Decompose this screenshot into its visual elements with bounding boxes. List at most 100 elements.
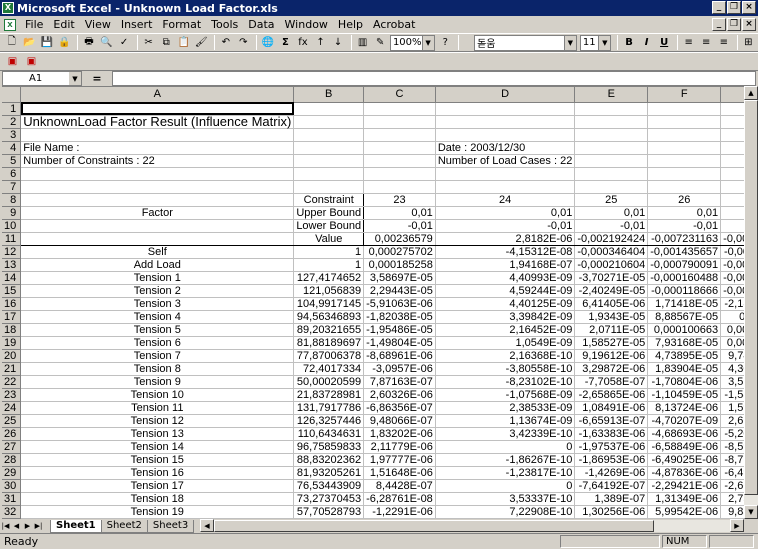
cell-C15[interactable]: 2,29443E-05 <box>363 284 436 298</box>
function-icon[interactable]: fx <box>295 35 311 51</box>
convert-and-email-pdf-icon[interactable]: ▣ <box>23 54 40 70</box>
cell-D13[interactable]: 1,94168E-07 <box>435 258 576 272</box>
sheet-tab-sheet2[interactable]: Sheet2 <box>100 519 148 533</box>
cell-F13[interactable]: -0,000790091 <box>647 258 722 272</box>
cell-G14[interactable]: -0,000253856 <box>720 271 744 285</box>
cell-B11[interactable]: Value <box>293 232 365 246</box>
cell-F21[interactable]: 1,83904E-05 <box>647 362 722 376</box>
cell-B22[interactable]: 50,00020599 <box>293 375 365 389</box>
cell-F31[interactable]: 1,31349E-06 <box>647 492 722 506</box>
last-sheet-icon[interactable]: ▶| <box>33 520 44 532</box>
cell-G16[interactable]: -2,18661E-05 <box>720 297 744 311</box>
cell-C29[interactable]: 1,51648E-06 <box>363 466 436 480</box>
cell-C26[interactable]: 1,83202E-06 <box>363 427 436 441</box>
cell-F24[interactable]: 8,13724E-06 <box>647 401 722 415</box>
cell-A30[interactable]: Tension 17 <box>20 479 295 493</box>
cell-A2[interactable]: UnknownLoad Factor Result (Influence Mat… <box>20 115 295 129</box>
cell-C19[interactable]: -1,49804E-05 <box>363 336 436 350</box>
cell-E32[interactable]: 1,30256E-06 <box>574 505 649 519</box>
row-header[interactable]: 23 <box>2 388 22 402</box>
cell-D32[interactable]: 7,22908E-10 <box>435 505 576 519</box>
cell-E9[interactable]: 0,01 <box>574 206 649 220</box>
cell-E18[interactable]: 2,0711E-05 <box>574 323 649 337</box>
cell-C17[interactable]: -1,82038E-05 <box>363 310 436 324</box>
cell-G23[interactable]: -1,58043E-05 <box>720 388 744 402</box>
cell-D7[interactable] <box>435 180 576 194</box>
cell-D2[interactable] <box>435 115 576 129</box>
sort-ascending-icon[interactable]: ↑ <box>313 35 329 51</box>
chevron-down-icon[interactable]: ▼ <box>421 35 434 50</box>
cell-F1[interactable] <box>647 102 722 116</box>
close-button[interactable]: × <box>742 1 756 14</box>
vertical-scroll-thumb[interactable] <box>744 100 758 495</box>
scroll-up-icon[interactable]: ▲ <box>744 86 758 100</box>
cell-B26[interactable]: 110,6434631 <box>293 427 365 441</box>
cell-G9[interactable]: 0,01 <box>720 206 744 220</box>
cell-C11[interactable]: 0,00236579 <box>363 232 436 246</box>
cell-C24[interactable]: -6,86356E-07 <box>363 401 436 415</box>
cell-C8[interactable]: 23 <box>363 192 436 207</box>
cell-D16[interactable]: 4,40125E-09 <box>435 297 576 311</box>
permission-icon[interactable]: 🔒 <box>57 35 73 51</box>
cell-E25[interactable]: -6,65913E-07 <box>574 414 649 428</box>
cell-C7[interactable] <box>363 180 436 194</box>
cell-D21[interactable]: -3,80558E-10 <box>435 362 576 376</box>
cell-F19[interactable]: 7,93168E-05 <box>647 336 722 350</box>
cell-F6[interactable] <box>647 167 722 181</box>
cell-E11[interactable]: -0,002192424 <box>574 232 649 246</box>
vertical-scrollbar[interactable]: ▲ ▼ <box>744 86 758 519</box>
cell-A17[interactable]: Tension 4 <box>20 310 295 324</box>
cell-B7[interactable] <box>293 180 365 194</box>
row-header[interactable]: 32 <box>2 505 22 519</box>
cell-E28[interactable]: -1,86953E-06 <box>574 453 649 467</box>
scroll-right-icon[interactable]: ▶ <box>730 519 744 532</box>
cell-E31[interactable]: 1,389E-07 <box>574 492 649 506</box>
cell-C10[interactable]: -0,01 <box>363 219 436 233</box>
bold-icon[interactable]: B <box>621 35 637 51</box>
column-header[interactable]: F <box>647 87 722 103</box>
scroll-down-icon[interactable]: ▼ <box>744 505 758 519</box>
cell-B28[interactable]: 88,83202362 <box>293 453 365 467</box>
cell-D23[interactable]: -1,07568E-09 <box>435 388 576 402</box>
cell-B25[interactable]: 126,3257446 <box>293 414 365 428</box>
cell-C12[interactable]: 0,000275702 <box>363 245 436 259</box>
cell-B15[interactable]: 121,056839 <box>293 284 365 298</box>
cell-G22[interactable]: 3,51738E-06 <box>720 375 744 389</box>
undo-icon[interactable]: ↶ <box>218 35 234 51</box>
cell-E24[interactable]: 1,08491E-06 <box>574 401 649 415</box>
cell-E30[interactable]: -7,64192E-07 <box>574 479 649 493</box>
cell-F16[interactable]: 1,71418E-05 <box>647 297 722 311</box>
cell-A16[interactable]: Tension 3 <box>20 297 295 311</box>
menu-data[interactable]: Data <box>243 18 279 31</box>
row-header[interactable]: 10 <box>2 219 22 233</box>
chart-wizard-icon[interactable]: ▥ <box>355 35 371 51</box>
cell-G2[interactable] <box>720 115 744 129</box>
restore-button[interactable]: ❐ <box>727 1 741 14</box>
cell-A3[interactable] <box>20 128 295 142</box>
cell-C6[interactable] <box>363 167 436 181</box>
cell-A21[interactable]: Tension 8 <box>20 362 295 376</box>
zoom-select[interactable]: 100% ▼ <box>389 34 435 51</box>
row-header[interactable]: 26 <box>2 427 22 441</box>
cell-D5[interactable]: Number of Load Cases : 22 <box>435 154 576 168</box>
cell-C28[interactable]: 1,97777E-06 <box>363 453 436 467</box>
cell-A5[interactable]: Number of Constraints : 22 <box>20 154 295 168</box>
chevron-down-icon[interactable]: ▼ <box>598 35 611 50</box>
cell-A18[interactable]: Tension 5 <box>20 323 295 337</box>
cell-G30[interactable]: -2,66522E-06 <box>720 479 744 493</box>
cell-D17[interactable]: 3,39842E-09 <box>435 310 576 324</box>
cell-B4[interactable] <box>293 141 365 155</box>
cell-C30[interactable]: 8,4428E-07 <box>363 479 436 493</box>
excel-app-icon[interactable]: X <box>2 2 14 14</box>
cell-E6[interactable] <box>574 167 649 181</box>
font-size-select[interactable]: 11 ▼ <box>579 34 612 51</box>
cell-A8[interactable] <box>20 192 295 207</box>
minimize-button[interactable]: _ <box>712 1 726 14</box>
cell-G15[interactable]: -0,000203037 <box>720 284 744 298</box>
cell-F11[interactable]: -0,007231163 <box>647 232 722 246</box>
cell-F27[interactable]: -6,58849E-06 <box>647 440 722 454</box>
cell-E14[interactable]: -3,70271E-05 <box>574 271 649 285</box>
cell-C20[interactable]: -8,68961E-06 <box>363 349 436 363</box>
cell-F20[interactable]: 4,73895E-05 <box>647 349 722 363</box>
cell-B32[interactable]: 57,70528793 <box>293 505 365 519</box>
